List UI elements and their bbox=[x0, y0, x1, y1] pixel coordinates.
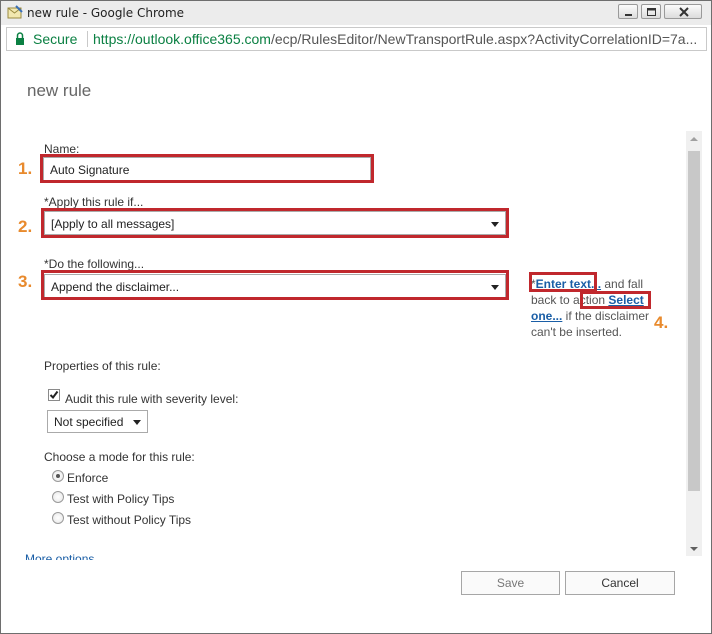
properties-label: Properties of this rule: bbox=[44, 359, 161, 373]
app-icon bbox=[7, 5, 23, 19]
more-options-link[interactable]: More options... bbox=[25, 552, 105, 560]
close-icon bbox=[679, 7, 689, 17]
annotation-number-2: 2. bbox=[18, 217, 33, 236]
save-button[interactable]: Save bbox=[461, 571, 560, 595]
audit-checkbox[interactable] bbox=[48, 389, 60, 401]
scroll-up-icon bbox=[690, 137, 698, 141]
annotation-number-3: 3. bbox=[18, 272, 33, 291]
vertical-scrollbar[interactable] bbox=[686, 131, 702, 556]
do-following-label: *Do the following... bbox=[44, 257, 145, 271]
mode-test-with-tips-label: Test with Policy Tips bbox=[67, 492, 175, 506]
more-options-text: More options... bbox=[25, 552, 105, 560]
highlight-box-3 bbox=[41, 270, 509, 300]
close-window-button[interactable] bbox=[664, 4, 702, 19]
radio-test-with-tips[interactable] bbox=[52, 491, 64, 503]
cancel-button[interactable]: Cancel bbox=[565, 571, 675, 595]
radio-enforce[interactable] bbox=[52, 470, 64, 482]
radio-test-without-tips[interactable] bbox=[52, 512, 64, 524]
lock-icon bbox=[16, 32, 24, 45]
apply-rule-label: *Apply this rule if... bbox=[44, 195, 144, 209]
minimize-icon bbox=[625, 14, 632, 16]
mode-test-without-tips-label: Test without Policy Tips bbox=[67, 513, 192, 527]
radio-selected-dot bbox=[56, 474, 60, 478]
window-title: new rule - Google Chrome bbox=[27, 6, 185, 20]
browser-window: new rule - Google Chrome Secure https://… bbox=[0, 0, 712, 634]
highlight-box-2 bbox=[41, 208, 509, 238]
url-host: https://outlook.office365.com bbox=[93, 31, 271, 47]
highlight-box-select-one bbox=[580, 291, 651, 309]
severity-value: Not specified bbox=[54, 415, 124, 429]
severity-select[interactable]: Not specified bbox=[47, 410, 148, 433]
mode-enforce-label: Enforce bbox=[67, 471, 109, 485]
url-text[interactable]: https://outlook.office365.com/ecp/RulesE… bbox=[93, 31, 703, 47]
secure-label: Secure bbox=[33, 31, 78, 47]
url-path: /ecp/RulesEditor/NewTransportRule.aspx?A… bbox=[270, 31, 698, 47]
chevron-down-icon bbox=[133, 420, 141, 425]
minimize-button[interactable] bbox=[618, 4, 638, 19]
highlight-box-enter-text bbox=[529, 272, 597, 292]
maximize-button[interactable] bbox=[641, 4, 661, 19]
annotation-number-1: 1. bbox=[18, 159, 33, 178]
scroll-down-icon bbox=[690, 547, 698, 551]
title-bar: new rule - Google Chrome bbox=[1, 1, 711, 25]
address-bar[interactable]: Secure https://outlook.office365.com/ecp… bbox=[6, 27, 707, 51]
mode-label: Choose a mode for this rule: bbox=[44, 450, 195, 464]
address-divider bbox=[87, 31, 88, 47]
maximize-icon bbox=[647, 8, 656, 16]
audit-label: Audit this rule with severity level: bbox=[65, 392, 239, 406]
annotation-number-4: 4. bbox=[654, 313, 669, 332]
scroll-thumb[interactable] bbox=[688, 151, 700, 491]
highlight-box-1 bbox=[40, 154, 374, 183]
page-title: new rule bbox=[27, 81, 92, 100]
checkmark-icon bbox=[49, 390, 59, 400]
